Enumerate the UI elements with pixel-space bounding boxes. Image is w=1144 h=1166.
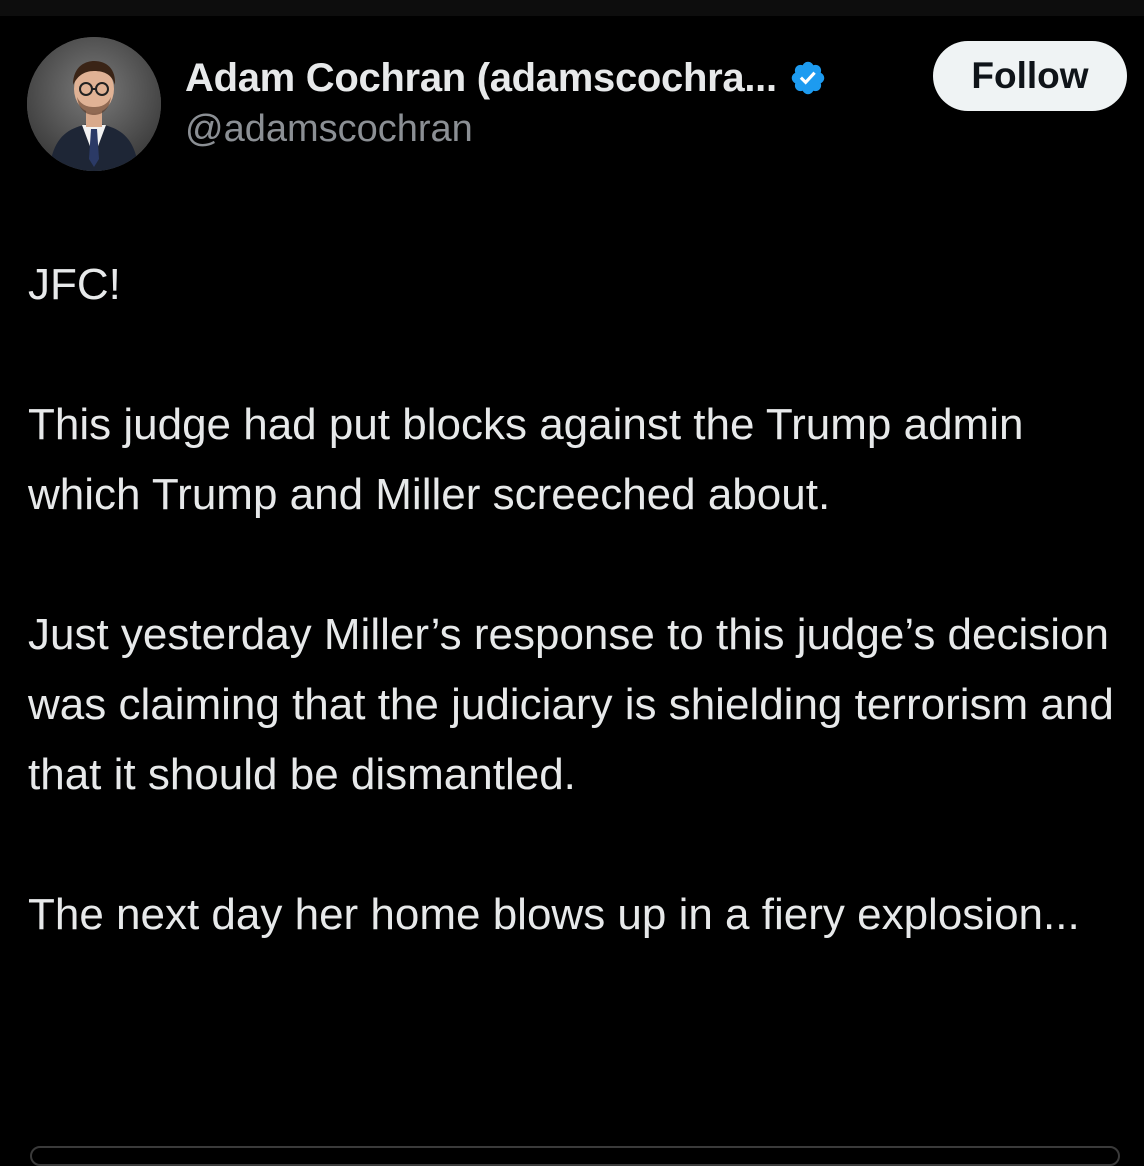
embedded-card-edge xyxy=(30,1146,1120,1166)
follow-button[interactable]: Follow xyxy=(933,41,1127,111)
tweet-paragraph: This judge had put blocks against the Tr… xyxy=(28,400,1024,519)
tweet-paragraph: Just yesterday Miller’s response to this… xyxy=(28,610,1114,799)
author-name-row: Adam Cochran (adamscochra... xyxy=(185,52,827,104)
author-handle[interactable]: @adamscochran xyxy=(185,108,473,151)
tweet-text: JFC! This judge had put blocks against t… xyxy=(28,250,1128,950)
author-display-name[interactable]: Adam Cochran (adamscochra... xyxy=(185,56,777,101)
status-bar-strip xyxy=(0,0,1144,16)
verified-badge-icon xyxy=(789,59,827,97)
avatar-photo xyxy=(27,37,161,171)
avatar[interactable] xyxy=(27,37,161,171)
tweet-paragraph: JFC! xyxy=(28,260,121,309)
tweet-paragraph: The next day her home blows up in a fier… xyxy=(28,890,1080,939)
